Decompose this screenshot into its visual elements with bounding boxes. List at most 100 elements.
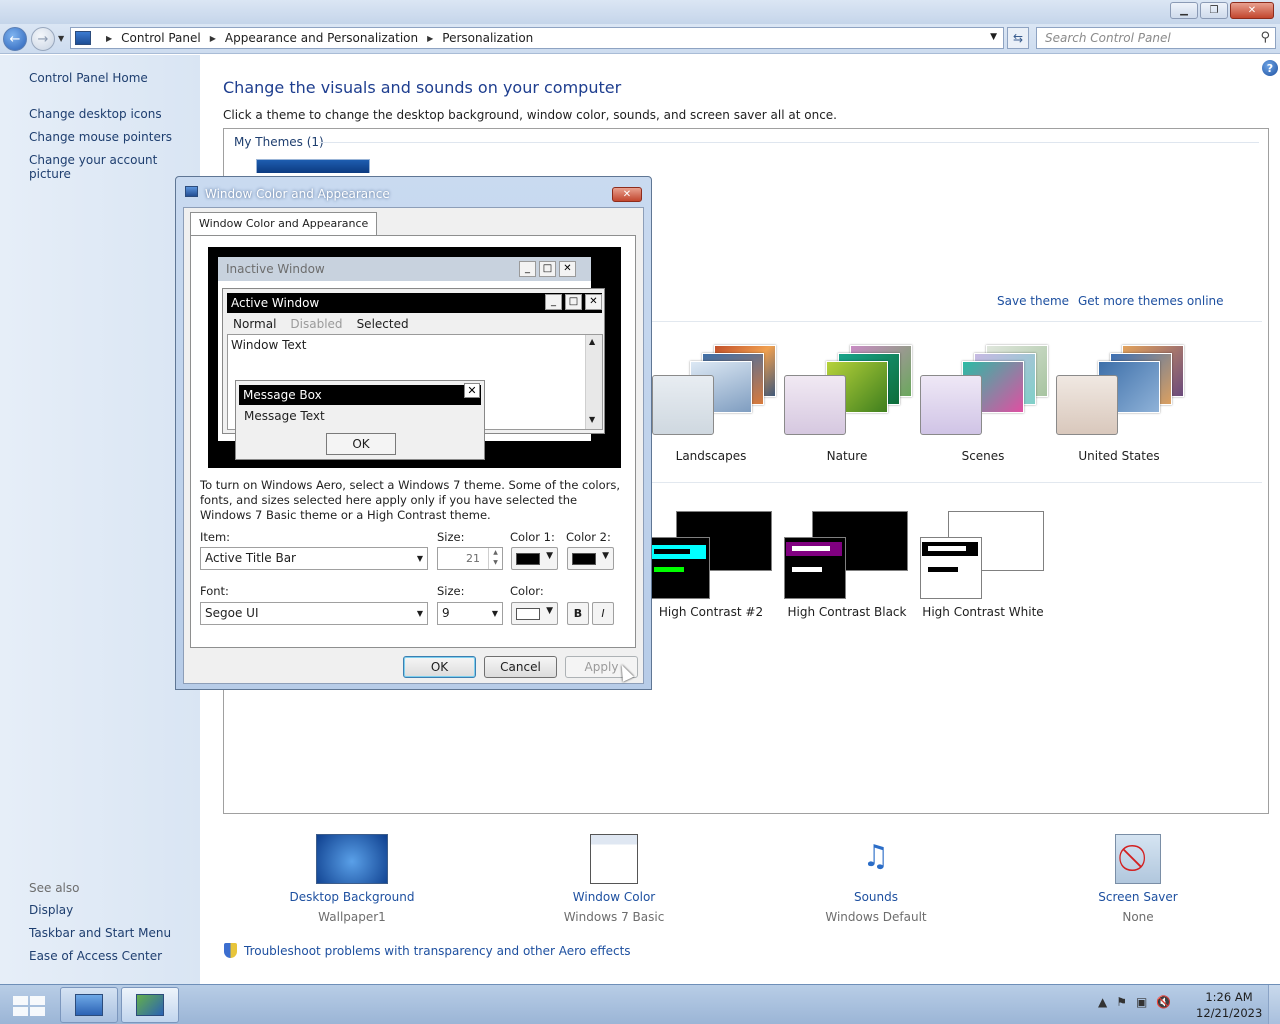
window-color-item[interactable]: Window Color Windows 7 Basic	[534, 834, 694, 924]
control-panel-icon	[75, 31, 91, 45]
italic-button[interactable]: I	[592, 602, 614, 625]
color2-label: Color 2:	[566, 530, 611, 544]
save-theme-link[interactable]: Save theme	[997, 294, 1069, 308]
message-box-title: Message Box	[239, 385, 481, 405]
desktop-background-value: Wallpaper1	[318, 910, 386, 924]
color2-swatch	[572, 553, 596, 565]
desktop-background-item[interactable]: Desktop Background Wallpaper1	[272, 834, 432, 924]
color1-swatch	[516, 553, 540, 565]
bold-button[interactable]: B	[567, 602, 589, 625]
sounds-item[interactable]: ♫ Sounds Windows Default	[796, 834, 956, 924]
screen-saver-link[interactable]: Screen Saver	[1058, 890, 1218, 904]
address-bar[interactable]: ▶ Control Panel ▶ Appearance and Persona…	[70, 27, 1004, 49]
forward-button[interactable]: →	[31, 27, 55, 51]
action-center-flag-icon[interactable]: ⚑	[1116, 995, 1127, 1009]
change-mouse-pointers-link[interactable]: Change mouse pointers	[29, 130, 172, 144]
color1-picker[interactable]: ▼	[511, 547, 558, 570]
start-button[interactable]	[8, 988, 46, 1022]
taskbar-control-panel[interactable]	[60, 987, 118, 1023]
my-theme-item[interactable]	[256, 159, 370, 173]
tab-panel: Inactive Window _ □ ✕ Active Window _ □ …	[190, 235, 636, 648]
clock[interactable]: 1:26 AM 12/21/2023	[1196, 989, 1262, 1021]
display-link[interactable]: Display	[29, 903, 73, 917]
system-tray: ▲ ⚑ ▣ 🔇	[1098, 995, 1171, 1009]
see-also-heading: See also	[29, 881, 80, 895]
back-button[interactable]: ←	[3, 27, 27, 51]
network-icon[interactable]: ▣	[1136, 995, 1147, 1009]
chevron-down-icon: ▼	[602, 551, 609, 561]
theme-united-states[interactable]: United States	[1054, 343, 1184, 463]
menu-normal: Normal	[233, 317, 277, 331]
scroll-down-icon: ▼	[589, 415, 596, 424]
control-panel-home-link[interactable]: Control Panel Home	[29, 71, 148, 85]
search-input[interactable]: Search Control Panel ⚲	[1036, 27, 1276, 49]
screen-saver-item[interactable]: ⃠ Screen Saver None	[1058, 834, 1218, 924]
troubleshoot-label[interactable]: Troubleshoot problems with transparency …	[244, 944, 631, 958]
dialog-body: Window Color and Appearance Inactive Win…	[183, 207, 644, 684]
search-icon[interactable]: ⚲	[1260, 30, 1270, 45]
divider	[319, 142, 1259, 143]
breadcrumb-personalization[interactable]: Personalization	[442, 31, 533, 45]
minimize-button[interactable]: ▁	[1170, 2, 1198, 19]
breadcrumb-appearance[interactable]: Appearance and Personalization	[225, 31, 418, 45]
theme-landscapes[interactable]: Landscapes	[646, 343, 776, 463]
color2-picker[interactable]: ▼	[567, 547, 614, 570]
theme-label: High Contrast #2	[658, 605, 764, 619]
font-color-picker[interactable]: ▼	[511, 602, 558, 625]
theme-high-contrast-2[interactable]: High Contrast #2	[646, 509, 776, 619]
recent-pages-dropdown[interactable]: ▼	[58, 34, 64, 43]
preview-menu: Normal Disabled Selected	[233, 317, 423, 331]
item-select[interactable]: Active Title Bar ▼	[200, 547, 428, 570]
inactive-caption-buttons: _ □ ✕	[516, 261, 576, 277]
cancel-button[interactable]: Cancel	[484, 656, 557, 678]
ok-button[interactable]: OK	[403, 656, 476, 678]
troubleshoot-link[interactable]: Troubleshoot problems with transparency …	[224, 943, 631, 958]
breadcrumb-chevron-icon[interactable]: ▶	[106, 34, 112, 43]
get-more-themes-link[interactable]: Get more themes online	[1078, 294, 1224, 308]
chevron-down-icon: ▼	[491, 609, 498, 618]
font-color-swatch	[516, 608, 540, 620]
close-button[interactable]: ✕	[1230, 2, 1274, 19]
ease-of-access-link[interactable]: Ease of Access Center	[29, 949, 162, 963]
volume-muted-icon[interactable]: 🔇	[1156, 995, 1171, 1009]
font-color-label: Color:	[510, 584, 544, 598]
breadcrumb-control-panel[interactable]: Control Panel	[121, 31, 201, 45]
clock-date: 12/21/2023	[1196, 1006, 1263, 1020]
sounds-link[interactable]: Sounds	[796, 890, 956, 904]
shield-icon	[224, 943, 237, 958]
change-account-picture-link[interactable]: Change your account picture	[29, 153, 200, 181]
theme-high-contrast-white[interactable]: High Contrast White	[918, 509, 1048, 619]
refresh-button[interactable]: ⇆	[1007, 27, 1029, 49]
breadcrumb-chevron-icon[interactable]: ▶	[427, 34, 433, 43]
close-icon: ✕	[464, 383, 480, 398]
window-text: Window Text	[231, 338, 307, 352]
left-pane: Control Panel Home Change desktop icons …	[0, 55, 200, 984]
dialog-close-button[interactable]: ✕	[612, 187, 642, 202]
maximize-button[interactable]: ❐	[1200, 2, 1228, 19]
appearance-preview[interactable]: Inactive Window _ □ ✕ Active Window _ □ …	[208, 247, 621, 468]
taskbar-start-menu-link[interactable]: Taskbar and Start Menu	[29, 926, 171, 940]
font-select[interactable]: Segoe UI ▼	[200, 602, 428, 625]
show-desktop-button[interactable]	[1268, 985, 1280, 1024]
size-stepper[interactable]: 21 ▲ ▼	[437, 547, 503, 570]
window-color-link[interactable]: Window Color	[534, 890, 694, 904]
address-dropdown-icon[interactable]: ▼	[990, 32, 997, 42]
theme-label: High Contrast White	[922, 605, 1044, 619]
theme-scenes[interactable]: Scenes	[918, 343, 1048, 463]
theme-label: United States	[1078, 449, 1160, 463]
taskbar-personalization[interactable]	[121, 987, 179, 1023]
breadcrumb-chevron-icon[interactable]: ▶	[210, 34, 216, 43]
tab-window-color[interactable]: Window Color and Appearance	[190, 212, 378, 236]
theme-nature[interactable]: Nature	[782, 343, 912, 463]
help-icon[interactable]: ?	[1262, 60, 1278, 76]
desktop-background-link[interactable]: Desktop Background	[272, 890, 432, 904]
my-themes-heading: My Themes (1)	[234, 135, 324, 149]
theme-high-contrast-black[interactable]: High Contrast Black	[782, 509, 912, 619]
spinner-arrows-icon[interactable]: ▲ ▼	[488, 548, 502, 569]
font-size-select[interactable]: 9 ▼	[437, 602, 503, 625]
chevron-down-icon: ▼	[416, 609, 423, 618]
chevron-down-icon: ▼	[546, 606, 553, 616]
color1-label: Color 1:	[510, 530, 555, 544]
show-hidden-icons-icon[interactable]: ▲	[1098, 995, 1107, 1009]
change-desktop-icons-link[interactable]: Change desktop icons	[29, 107, 162, 121]
